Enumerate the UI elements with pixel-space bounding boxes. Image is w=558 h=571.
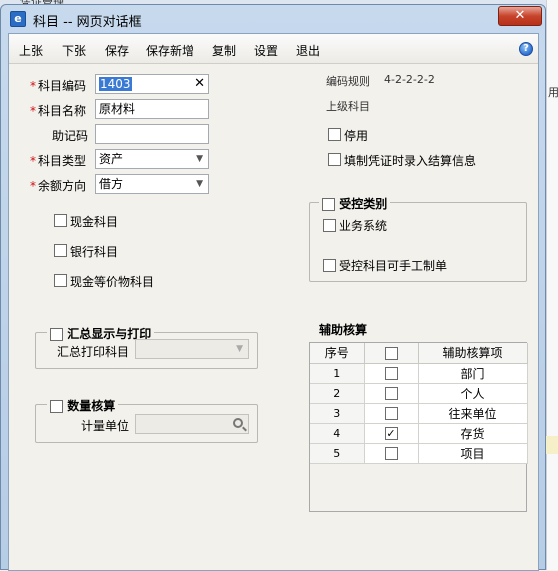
prev-record-button[interactable]: 上张 [19, 42, 43, 59]
summary-print-checkbox[interactable] [50, 328, 63, 341]
table-row[interactable]: 2 个人 [310, 383, 528, 404]
cash-account-checkbox[interactable] [54, 214, 67, 227]
summary-print-account-label: 汇总打印科目 [57, 345, 130, 359]
mnemonic-input[interactable] [95, 124, 209, 144]
background-highlight-row-right [546, 436, 558, 454]
manual-voucher-checkbox[interactable] [323, 259, 336, 272]
column-header-select[interactable] [364, 343, 419, 364]
unit-label: 计量单位 [81, 419, 130, 433]
quantity-accounting-checkbox[interactable] [50, 400, 63, 413]
chevron-down-icon: ▼ [196, 179, 203, 189]
aux-accounting-title: 辅助核算 [316, 321, 371, 338]
account-name-input[interactable]: 原材料 [95, 99, 209, 119]
toolbar: 上张 下张 保存 保存新增 复制 设置 退出 ? [9, 34, 538, 64]
aux-item: 往来单位 [418, 403, 528, 424]
bank-account-checkbox[interactable] [54, 244, 67, 257]
unit-input[interactable] [135, 414, 249, 434]
column-header-no: 序号 [310, 343, 365, 364]
parent-account-label: 上级科目 [326, 100, 370, 113]
table-row[interactable]: 4 ✓ 存货 [310, 423, 528, 444]
mnemonic-label: 助记码 [52, 129, 89, 143]
summary-print-account-select[interactable]: ▼ [135, 339, 249, 359]
settlement-info-label: 填制凭证时录入结算信息 [344, 154, 477, 168]
cash-equivalent-label: 现金等价物科目 [70, 275, 155, 289]
aux-item: 个人 [418, 383, 528, 404]
business-system-checkbox[interactable] [323, 219, 336, 232]
controlled-category-checkbox[interactable] [322, 198, 335, 211]
account-type-label: * 科目类型 [30, 154, 87, 168]
business-system-label: 业务系统 [339, 219, 388, 233]
disable-label: 停用 [344, 129, 369, 143]
clear-icon[interactable]: ✕ [194, 75, 205, 93]
row-checkbox[interactable] [384, 387, 398, 400]
dialog-window: e 科目 -- 网页对话框 ✕ 上张 下张 保存 保存新增 复制 设置 退出 ?… [0, 4, 546, 571]
aux-accounting-grid: 序号 辅助核算项 1 部门 2 个人 3 往来单位 4 ✓ 存货 5 项目 [309, 342, 528, 512]
chevron-down-icon: ▼ [196, 154, 203, 164]
row-checkbox[interactable] [384, 407, 398, 420]
chevron-down-icon: ▼ [236, 344, 243, 354]
exit-button[interactable]: 退出 [296, 42, 320, 59]
balance-direction-label: * 余额方向 [30, 179, 87, 193]
aux-item: 部门 [418, 363, 528, 384]
code-rule-value: 4-2-2-2-2 [384, 73, 435, 86]
search-icon[interactable] [233, 418, 243, 428]
disable-checkbox[interactable] [328, 128, 341, 141]
row-number: 1 [310, 363, 365, 384]
cash-equivalent-checkbox[interactable] [54, 274, 67, 287]
aux-item: 项目 [418, 443, 528, 464]
quantity-accounting-title: 数量核算 [47, 397, 119, 414]
required-mark: * [30, 79, 36, 93]
settlement-info-checkbox[interactable] [328, 153, 341, 166]
background-app-label: 用 [548, 86, 558, 99]
manual-voucher-label: 受控科目可手工制单 [339, 259, 448, 273]
balance-direction-select[interactable]: 借方 ▼ [95, 174, 209, 194]
bank-account-label: 银行科目 [70, 245, 119, 259]
controlled-category-title: 受控类别 [319, 195, 391, 212]
select-all-checkbox[interactable] [384, 346, 398, 360]
save-and-new-button[interactable]: 保存新增 [146, 42, 194, 59]
table-row[interactable]: 5 项目 [310, 443, 528, 464]
column-header-item: 辅助核算项 [418, 343, 528, 364]
help-icon[interactable]: ? [519, 42, 533, 56]
save-button[interactable]: 保存 [105, 42, 129, 59]
row-number: 5 [310, 443, 365, 464]
account-name-label: * 科目名称 [30, 104, 87, 118]
row-number: 4 [310, 423, 365, 444]
account-type-select[interactable]: 资产 ▼ [95, 149, 209, 169]
next-record-button[interactable]: 下张 [62, 42, 86, 59]
row-checkbox[interactable] [384, 447, 398, 460]
account-code-label: * 科目编码 [30, 79, 87, 93]
cash-account-label: 现金科目 [70, 215, 119, 229]
code-rule-label: 编码规则 [326, 75, 370, 88]
row-checkbox[interactable] [384, 367, 398, 380]
table-row[interactable]: 1 部门 [310, 363, 528, 384]
row-checkbox-checked[interactable]: ✓ [384, 427, 398, 440]
aux-item: 存货 [418, 423, 528, 444]
close-button[interactable]: ✕ [498, 6, 542, 26]
account-code-input[interactable]: 1403 ✕ [95, 74, 209, 94]
settings-button[interactable]: 设置 [254, 42, 278, 59]
dialog-body: 上张 下张 保存 保存新增 复制 设置 退出 ? * 科目编码 1403 ✕ * 科… [8, 33, 539, 571]
window-title: 科目 -- 网页对话框 [33, 15, 142, 30]
table-row[interactable]: 3 往来单位 [310, 403, 528, 424]
copy-button[interactable]: 复制 [212, 42, 236, 59]
row-number: 3 [310, 403, 365, 424]
title-bar[interactable]: e 科目 -- 网页对话框 ✕ [1, 5, 545, 33]
ie-page-icon: e [10, 11, 26, 27]
account-code-value: 1403 [99, 77, 132, 91]
row-number: 2 [310, 383, 365, 404]
